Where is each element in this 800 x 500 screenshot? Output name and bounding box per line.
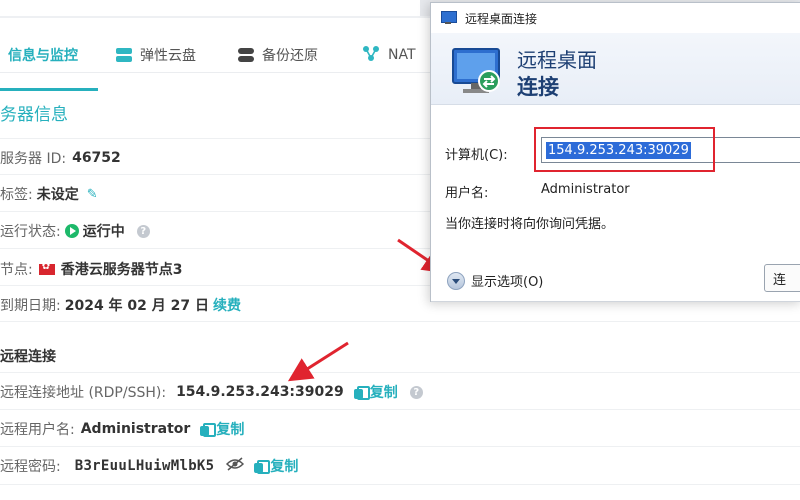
- copy-password-button[interactable]: 复制: [254, 456, 298, 476]
- node-value: 香港云服务器节点3: [60, 262, 183, 278]
- remote-user-row: 远程用户名: Administrator 复制: [0, 419, 244, 439]
- status-row: 运行状态: 运行中 ?: [0, 221, 150, 241]
- server-id-label: 服务器 ID:: [0, 151, 67, 167]
- hong-kong-flag-icon: [38, 261, 55, 275]
- dialog-heading-line1: 远程桌面: [517, 48, 597, 72]
- remote-password-row: 远程密码: B3rEuuLHuiwMlbK5 复制: [0, 456, 298, 476]
- server-id-row: 服务器 ID: 46752: [0, 148, 121, 168]
- copy-user-label: 复制: [216, 422, 245, 438]
- computer-label: 计算机(C):: [445, 148, 508, 163]
- remote-user-label: 远程用户名:: [0, 422, 75, 438]
- play-status-icon: [64, 224, 79, 238]
- dialog-bottom-edge: [431, 301, 800, 302]
- tab-info-monitor-label: 信息与监控: [8, 48, 78, 64]
- tab-nat[interactable]: NAT: [362, 42, 416, 68]
- tab-cloud-disk[interactable]: 弹性云盘: [116, 42, 196, 68]
- tab-backup-label: 备份还原: [262, 48, 318, 64]
- status-value: 运行中: [82, 224, 125, 240]
- disk-icon: [116, 48, 132, 62]
- remote-connection-title: 远程连接: [0, 349, 56, 365]
- expiry-row: 到期日期: 2024 年 02 月 27 日 续费: [0, 295, 241, 315]
- expiry-value: 2024 年 02 月 27 日: [64, 298, 210, 314]
- username-value: Administrator: [541, 182, 630, 197]
- copy-password-label: 复制: [270, 459, 299, 475]
- connect-button-label: 连: [773, 272, 787, 288]
- tab-info-monitor[interactable]: 信息与监控: [8, 42, 78, 68]
- help-icon[interactable]: ?: [409, 385, 423, 399]
- edit-icon[interactable]: ✎: [87, 187, 98, 202]
- tab-backup[interactable]: 备份还原: [238, 42, 318, 68]
- network-icon: [362, 45, 380, 65]
- credentials-note: 当你连接时将向你询问凭据。: [445, 217, 615, 232]
- remote-desktop-dialog: 远程桌面连接 远程桌面 连接 计算机(C): 154.9.253.243:390…: [430, 2, 800, 302]
- tag-label: 标签:: [0, 187, 33, 203]
- remote-address-value: 154.9.253.243:39029: [176, 384, 344, 400]
- server-id-value: 46752: [72, 150, 121, 166]
- username-label: 用户名:: [445, 186, 489, 201]
- divider: [0, 409, 800, 410]
- tab-cloud-disk-label: 弹性云盘: [140, 48, 196, 64]
- show-options-button[interactable]: 显示选项(O): [447, 271, 543, 290]
- remote-address-row: 远程连接地址 (RDP/SSH): 154.9.253.243:39029 复制…: [0, 382, 423, 402]
- tag-value: 未设定: [36, 187, 79, 203]
- remote-address-label: 远程连接地址 (RDP/SSH):: [0, 385, 167, 401]
- dialog-heading-line2: 连接: [517, 75, 559, 99]
- node-row: 节点: 香港云服务器节点3: [0, 259, 182, 279]
- show-options-label: 显示选项(O): [471, 275, 544, 290]
- divider: [0, 446, 800, 447]
- divider: [0, 321, 800, 322]
- expiry-label: 到期日期:: [0, 298, 61, 314]
- copy-address-button[interactable]: 复制: [353, 382, 398, 402]
- copy-user-button[interactable]: 复制: [200, 419, 244, 439]
- node-label: 节点:: [0, 262, 33, 278]
- renew-link[interactable]: 续费: [213, 295, 241, 315]
- divider: [0, 372, 800, 373]
- active-tab-indicator: [0, 88, 98, 91]
- tab-nat-label: NAT: [388, 47, 416, 63]
- connect-button[interactable]: 连: [764, 264, 800, 292]
- remote-password-value: B3rEuuLHuiwMlbK5: [74, 458, 215, 474]
- server-info-title: 务器信息: [0, 105, 68, 125]
- tag-row: 标签: 未设定 ✎: [0, 184, 98, 204]
- remote-user-value: Administrator: [80, 421, 191, 437]
- monitor-connection-icon: [452, 48, 500, 93]
- status-label: 运行状态:: [0, 224, 61, 240]
- remote-password-label: 远程密码:: [0, 459, 61, 475]
- copy-icon: [254, 459, 271, 474]
- top-strip-inner: [0, 0, 420, 16]
- help-icon[interactable]: ?: [136, 224, 150, 238]
- remote-desktop-app-icon: [441, 11, 457, 25]
- dialog-titlebar[interactable]: 远程桌面连接: [431, 3, 800, 33]
- database-icon: [238, 48, 254, 62]
- annotation-highlight-box: [534, 127, 715, 172]
- eye-slash-icon[interactable]: [226, 457, 245, 475]
- copy-address-label: 复制: [369, 385, 398, 401]
- dialog-window-title: 远程桌面连接: [465, 11, 538, 26]
- divider: [0, 484, 800, 485]
- copy-icon: [353, 385, 370, 400]
- copy-icon: [200, 422, 217, 437]
- dialog-banner: 远程桌面 连接: [431, 33, 800, 105]
- chevron-down-icon: [447, 271, 465, 290]
